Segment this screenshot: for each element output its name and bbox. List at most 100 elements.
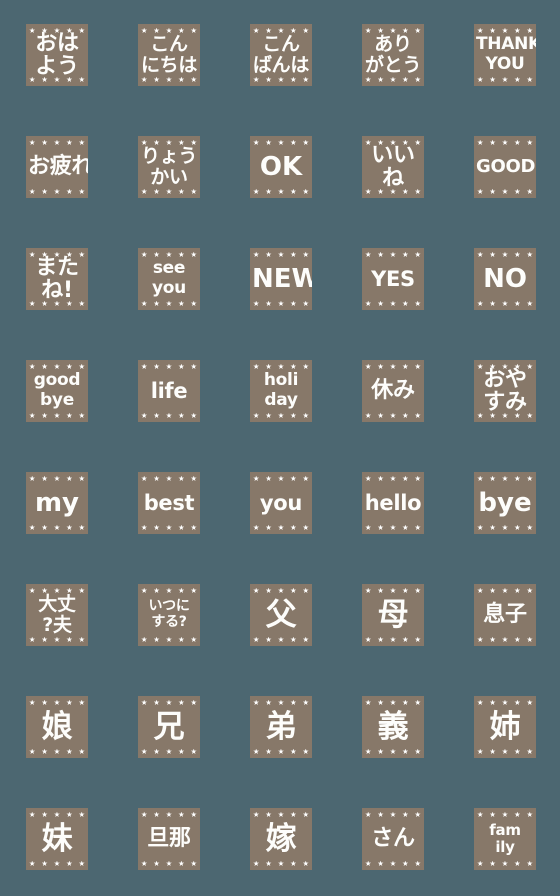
star-border-top	[138, 586, 200, 595]
star-icon	[178, 188, 185, 194]
star-icon	[365, 251, 372, 257]
star-icon	[290, 412, 297, 418]
star-icon	[66, 811, 73, 817]
star-icon	[54, 636, 60, 642]
emoji-tile-label: さん	[371, 826, 415, 852]
emoji-tile[interactable]: りょう かい	[138, 136, 200, 198]
emoji-tile[interactable]: you	[250, 472, 312, 534]
star-border-top	[474, 586, 536, 595]
emoji-tile[interactable]: hello	[362, 472, 424, 534]
star-icon	[265, 699, 272, 705]
star-icon	[166, 475, 172, 481]
emoji-tile[interactable]: さん	[362, 808, 424, 870]
emoji-tile[interactable]: こん ばんは	[250, 24, 312, 86]
emoji-tile[interactable]: fam ily	[474, 808, 536, 870]
emoji-tile[interactable]: いい ね	[362, 136, 424, 198]
star-icon	[526, 251, 533, 257]
star-icon	[502, 587, 508, 593]
emoji-tile[interactable]: see you	[138, 248, 200, 310]
emoji-tile[interactable]: 母	[362, 584, 424, 646]
star-icon	[141, 76, 148, 82]
star-icon	[526, 188, 533, 194]
star-icon	[190, 811, 197, 817]
emoji-tile[interactable]: 弟	[250, 696, 312, 758]
star-icon	[78, 412, 85, 418]
star-icon	[178, 699, 185, 705]
star-icon	[178, 636, 185, 642]
star-icon	[414, 587, 421, 593]
emoji-tile[interactable]: 休み	[362, 360, 424, 422]
star-icon	[414, 363, 421, 369]
star-border-top	[474, 698, 536, 707]
star-icon	[402, 811, 409, 817]
emoji-tile[interactable]: おや すみ	[474, 360, 536, 422]
emoji-tile[interactable]: OK	[250, 136, 312, 198]
star-border-top	[250, 698, 312, 707]
emoji-tile[interactable]: my	[26, 472, 88, 534]
emoji-tile[interactable]: 姉	[474, 696, 536, 758]
star-icon	[278, 412, 284, 418]
emoji-tile[interactable]: お疲れ	[26, 136, 88, 198]
emoji-tile[interactable]: 父	[250, 584, 312, 646]
star-icon	[526, 76, 533, 82]
star-icon	[141, 636, 148, 642]
emoji-tile[interactable]: おは よう	[26, 24, 88, 86]
emoji-tile[interactable]: 息子	[474, 584, 536, 646]
emoji-tile[interactable]: 旦那	[138, 808, 200, 870]
star-icon	[502, 699, 508, 705]
star-icon	[54, 699, 60, 705]
emoji-tile[interactable]: 義	[362, 696, 424, 758]
star-icon	[365, 860, 372, 866]
star-border-top	[138, 474, 200, 483]
star-icon	[166, 587, 172, 593]
emoji-tile[interactable]: YES	[362, 248, 424, 310]
star-icon	[78, 587, 85, 593]
star-icon	[190, 524, 197, 530]
emoji-tile[interactable]: 大丈 ?夫	[26, 584, 88, 646]
emoji-tile-label: holi day	[263, 370, 299, 410]
emoji-tile[interactable]: good bye	[26, 360, 88, 422]
emoji-tile[interactable]: life	[138, 360, 200, 422]
star-icon	[54, 475, 60, 481]
star-icon	[265, 363, 272, 369]
emoji-tile[interactable]: best	[138, 472, 200, 534]
emoji-tile[interactable]: こん にちは	[138, 24, 200, 86]
emoji-tile[interactable]: THANK YOU	[474, 24, 536, 86]
star-icon	[402, 475, 409, 481]
emoji-tile[interactable]: GOOD!	[474, 136, 536, 198]
emoji-tile[interactable]: また ね!	[26, 248, 88, 310]
emoji-tile-label: NEW	[252, 264, 312, 294]
emoji-tile[interactable]: holi day	[250, 360, 312, 422]
emoji-tile[interactable]: 嫁	[250, 808, 312, 870]
emoji-tile-label: see you	[152, 258, 186, 298]
star-icon	[153, 363, 160, 369]
star-icon	[153, 300, 160, 306]
emoji-tile[interactable]: いつに する?	[138, 584, 200, 646]
star-icon	[54, 524, 60, 530]
star-icon	[489, 76, 496, 82]
star-icon	[29, 188, 36, 194]
emoji-tile[interactable]: NO	[474, 248, 536, 310]
star-icon	[153, 748, 160, 754]
star-icon	[302, 300, 309, 306]
star-border-bottom	[138, 859, 200, 868]
emoji-tile[interactable]: 妹	[26, 808, 88, 870]
star-icon	[290, 811, 297, 817]
emoji-tile[interactable]: 兄	[138, 696, 200, 758]
star-icon	[526, 27, 533, 33]
star-icon	[414, 811, 421, 817]
star-icon	[190, 363, 197, 369]
star-icon	[78, 860, 85, 866]
emoji-tile[interactable]: 娘	[26, 696, 88, 758]
star-icon	[66, 524, 73, 530]
star-icon	[78, 636, 85, 642]
star-icon	[178, 748, 185, 754]
star-icon	[390, 363, 396, 369]
star-icon	[414, 412, 421, 418]
emoji-tile[interactable]: あり がとう	[362, 24, 424, 86]
star-icon	[489, 139, 496, 145]
emoji-tile[interactable]: bye	[474, 472, 536, 534]
star-icon	[29, 811, 36, 817]
star-icon	[377, 412, 384, 418]
emoji-tile[interactable]: NEW	[250, 248, 312, 310]
